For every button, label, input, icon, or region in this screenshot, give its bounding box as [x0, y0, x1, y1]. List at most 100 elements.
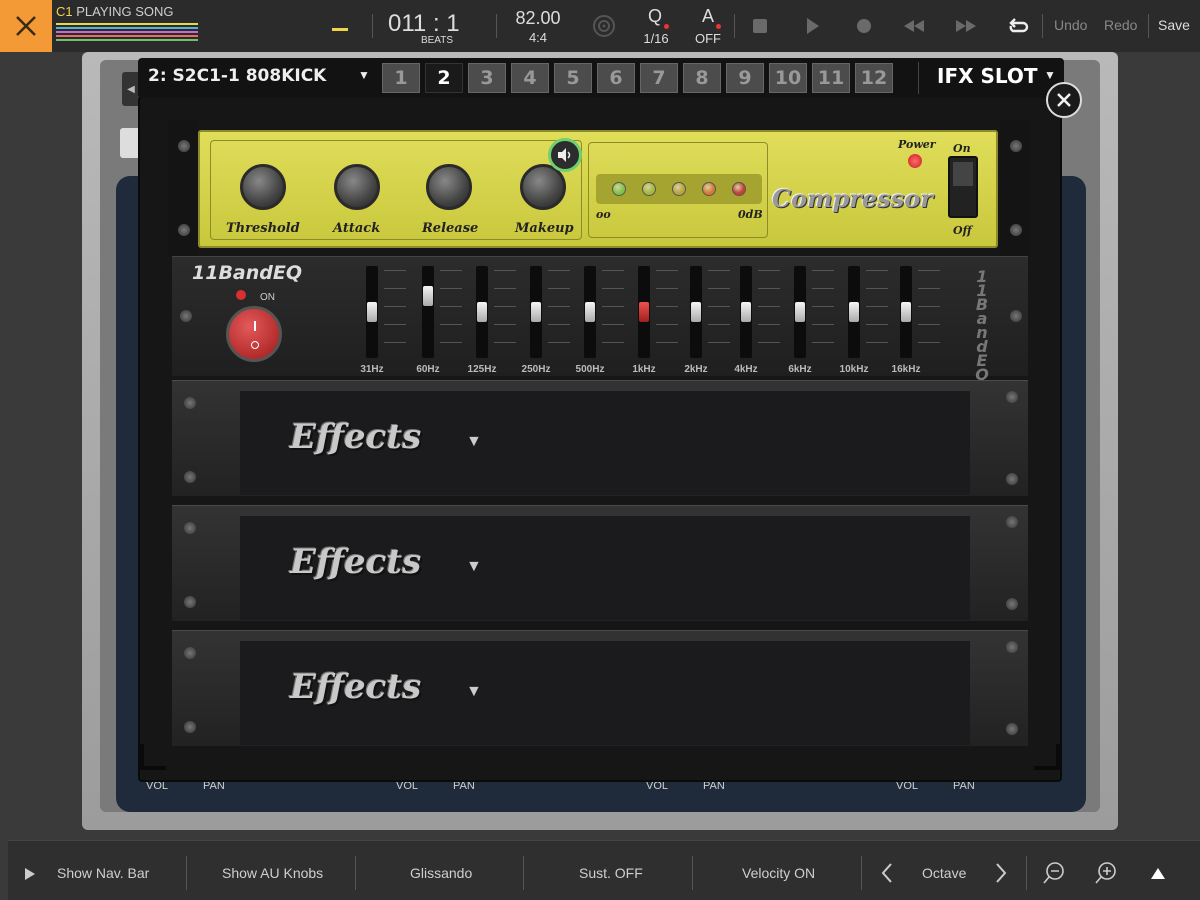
undo-button[interactable]: Undo: [1054, 17, 1087, 33]
slot-tab-2[interactable]: 2: [425, 63, 463, 93]
speaker-icon: [558, 148, 571, 162]
effects-selector[interactable]: Effects: [290, 417, 421, 457]
slot-tab-10[interactable]: 10: [769, 63, 807, 93]
record-icon: [857, 19, 871, 33]
effects-slot[interactable]: Effects ▼: [172, 505, 1028, 621]
redo-button[interactable]: Redo: [1104, 17, 1137, 33]
slot-tab-6[interactable]: 6: [597, 63, 635, 93]
velocity-button[interactable]: Velocity ON: [742, 865, 815, 881]
slot-tab-12[interactable]: 12: [855, 63, 893, 93]
eq-fader-125hz[interactable]: [477, 302, 487, 322]
eq-band-label: 1kHz: [632, 364, 656, 375]
quantize-value: 1/16: [643, 31, 669, 46]
close-button[interactable]: [0, 0, 52, 52]
position-unit: BEATS: [420, 35, 454, 46]
eq-band-label: 2kHz: [684, 364, 708, 375]
threshold-label: Threshold: [226, 221, 300, 236]
effects-dropdown-icon[interactable]: ▼: [466, 558, 482, 576]
eq-fader-1khz[interactable]: [639, 302, 649, 322]
eq-band-label: 31Hz: [360, 364, 384, 375]
glissando-button[interactable]: Glissando: [410, 865, 472, 881]
close-plugin-button[interactable]: [1046, 82, 1082, 118]
sustain-button[interactable]: Sust. OFF: [579, 865, 643, 881]
slot-tab-1[interactable]: 1: [382, 63, 420, 93]
slot-tab-9[interactable]: 9: [726, 63, 764, 93]
effects-selector[interactable]: Effects: [290, 542, 421, 582]
time-signature[interactable]: 4:4: [508, 30, 568, 45]
audio-preview-button[interactable]: [548, 138, 582, 172]
expand-keyboard-button[interactable]: [1150, 866, 1166, 885]
fast-forward-button[interactable]: [954, 14, 978, 38]
rewind-button[interactable]: [902, 14, 926, 38]
slot-tab-3[interactable]: 3: [468, 63, 506, 93]
effects-slot[interactable]: Effects ▼: [172, 630, 1028, 746]
show-nav-bar-button[interactable]: Show Nav. Bar: [57, 865, 149, 881]
eq-band-label: 125Hz: [467, 364, 497, 375]
eq-fader-60hz[interactable]: [423, 286, 433, 307]
loop-icon: [1009, 18, 1029, 33]
top-toolbar: C1 PLAYING SONG 011 : 1 BEATS 82.00 4:4 …: [0, 0, 1200, 52]
loop-button[interactable]: [1006, 14, 1030, 38]
slot-type-dropdown-icon[interactable]: ▼: [1044, 68, 1056, 82]
show-au-knobs-button[interactable]: Show AU Knobs: [222, 865, 323, 881]
release-label: Release: [422, 221, 479, 236]
release-knob[interactable]: [426, 164, 472, 210]
tempo-display[interactable]: 82.00: [508, 8, 568, 29]
meter-max-label: 0dB: [738, 208, 763, 221]
slot-tab-5[interactable]: 5: [554, 63, 592, 93]
octave-up-button[interactable]: [994, 862, 1008, 889]
eq-fader-500hz[interactable]: [585, 302, 595, 322]
attack-label: Attack: [333, 221, 381, 236]
eq-fader-10khz[interactable]: [849, 302, 859, 322]
zoom-out-button[interactable]: [1042, 861, 1066, 890]
octave-down-button[interactable]: [880, 862, 894, 889]
eq-title: 11BandEQ: [192, 262, 303, 284]
song-status[interactable]: C1 PLAYING SONG: [56, 4, 198, 41]
fast-forward-icon: [956, 20, 976, 32]
eq-fader-16khz[interactable]: [901, 302, 911, 322]
effects-slot[interactable]: Effects ▼: [172, 380, 1028, 496]
slot-type-selector[interactable]: IFX SLOT: [937, 64, 1038, 88]
effects-selector[interactable]: Effects: [290, 667, 421, 707]
track-overview-bar: [56, 23, 198, 25]
slot-tab-8[interactable]: 8: [683, 63, 721, 93]
slot-tab-11[interactable]: 11: [812, 63, 850, 93]
eq-fader-track: [422, 266, 434, 358]
eq-band-label: 60Hz: [416, 364, 440, 375]
show-nav-button[interactable]: [24, 867, 36, 886]
chevron-left-icon: [881, 863, 892, 883]
eq-fader-6khz[interactable]: [795, 302, 805, 322]
slot-tabs: 1 2 3 4 5 6 7 8 9 10 11 12: [382, 63, 898, 93]
track-overview-bar: [56, 27, 198, 29]
metronome-icon: [593, 15, 615, 37]
track-overview: [56, 23, 198, 41]
attack-knob[interactable]: [334, 164, 380, 210]
close-icon: [16, 16, 36, 36]
eq-side-title: 11 BandEQ: [975, 267, 989, 384]
octave-label: Octave: [922, 865, 967, 881]
switch-on-label: On: [953, 142, 971, 155]
metronome-button[interactable]: [592, 14, 616, 38]
switch-off-label: Off: [953, 224, 972, 237]
threshold-knob[interactable]: [240, 164, 286, 210]
save-button[interactable]: Save: [1158, 17, 1190, 33]
track-dropdown-icon[interactable]: ▼: [358, 68, 370, 82]
effects-dropdown-icon[interactable]: ▼: [466, 683, 482, 701]
slot-tab-7[interactable]: 7: [640, 63, 678, 93]
position-display[interactable]: 011 : 1: [388, 10, 468, 38]
eq-fader-2khz[interactable]: [691, 302, 701, 322]
eq-fader-31hz[interactable]: [367, 302, 377, 322]
stop-button[interactable]: [748, 14, 772, 38]
zoom-in-button[interactable]: [1094, 861, 1118, 890]
eq-power-button[interactable]: [226, 306, 282, 362]
record-button[interactable]: [852, 14, 876, 38]
play-button[interactable]: [800, 14, 824, 38]
effects-dropdown-icon[interactable]: ▼: [466, 433, 482, 451]
eq-fader-4khz[interactable]: [741, 302, 751, 322]
play-icon: [807, 18, 819, 34]
chevron-right-icon: [996, 863, 1007, 883]
slot-tab-4[interactable]: 4: [511, 63, 549, 93]
power-switch[interactable]: [948, 156, 978, 218]
eq-fader-250hz[interactable]: [531, 302, 541, 322]
track-selector[interactable]: 2: S2C1-1 808KICK: [148, 66, 326, 86]
